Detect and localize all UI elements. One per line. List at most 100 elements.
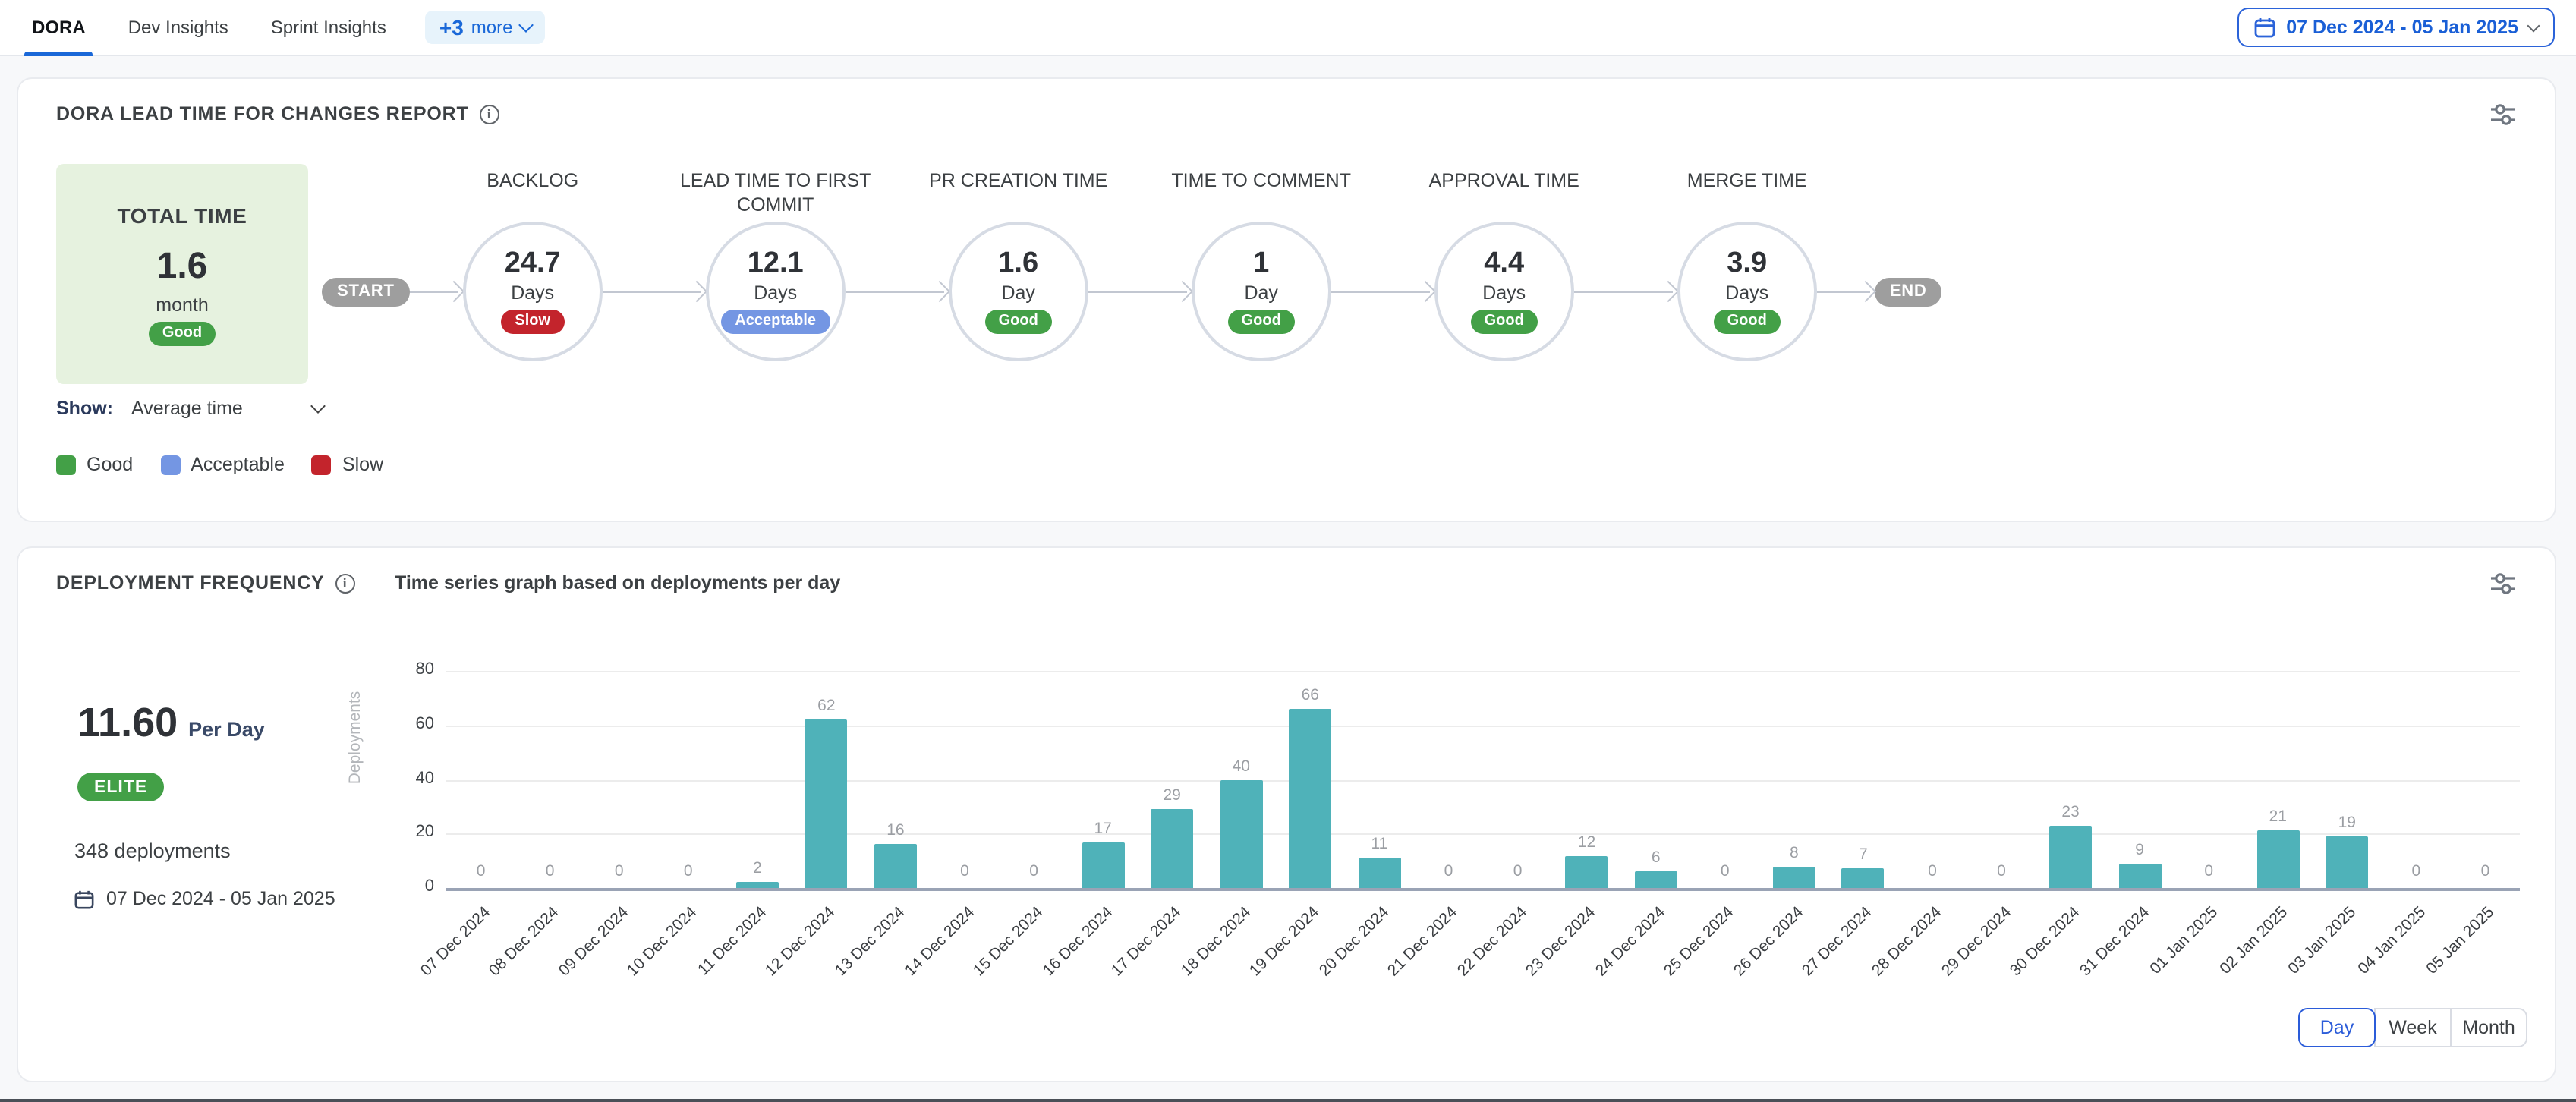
- flow-arrow-icon: [603, 282, 706, 301]
- chart-settings-icon[interactable]: [2489, 103, 2517, 126]
- deployment-bar: [2049, 826, 2092, 888]
- legend-swatch: [160, 455, 180, 474]
- bar-value-label: 0: [586, 862, 653, 880]
- bar-value-label: 29: [1138, 786, 1205, 804]
- deployment-bar: [2118, 864, 2161, 888]
- flow-arrow-icon: [1088, 282, 1192, 301]
- stage-name: TIME TO COMMENT: [1132, 168, 1390, 194]
- legend-swatch: [312, 455, 332, 474]
- stage-rating-badge: Slow: [501, 310, 564, 334]
- stage-rating-badge: Good: [1714, 310, 1781, 334]
- calendar-icon: [2254, 17, 2275, 38]
- deployment-frequency-card: DEPLOYMENT FREQUENCY i Time series graph…: [17, 546, 2556, 1082]
- pipeline-stage: PR CREATION TIME1.6DayGood: [949, 222, 1088, 361]
- y-axis-title: Deployments: [346, 691, 364, 785]
- stage-unit: Days: [754, 282, 797, 304]
- lead-time-pipeline: STARTBACKLOG24.7DaysSlowLEAD TIME TO FIR…: [322, 222, 1942, 361]
- window-bottom-edge: [0, 1099, 2576, 1102]
- pipeline-end-node: END: [1875, 277, 1942, 306]
- stage-rating-badge: Good: [1228, 310, 1295, 334]
- tab-dora[interactable]: DORA: [29, 0, 89, 55]
- bar-value-label: 0: [2175, 862, 2242, 880]
- bar-value-label: 12: [1554, 833, 1620, 851]
- stage-circle: 1DayGood: [1192, 222, 1331, 361]
- stage-unit: Days: [1725, 282, 1768, 304]
- lead-time-title: DORA LEAD TIME FOR CHANGES REPORT i: [56, 103, 499, 124]
- deployment-bar: [2326, 836, 2368, 888]
- bar-value-label: 0: [1899, 862, 1966, 880]
- bar-value-label: 0: [1000, 862, 1067, 880]
- deployment-bar: [1842, 869, 1885, 888]
- stage-unit: Day: [1001, 282, 1034, 304]
- stage-name: LEAD TIME TO FIRST COMMIT: [647, 168, 905, 218]
- pipeline-stage: LEAD TIME TO FIRST COMMIT12.1DaysAccepta…: [706, 222, 846, 361]
- bar-value-label: 0: [1485, 862, 1551, 880]
- chevron-down-icon: [310, 398, 326, 414]
- legend-item: Slow: [312, 454, 383, 475]
- show-metric-dropdown[interactable]: Show: Average time: [56, 398, 323, 419]
- deployment-bar: [1289, 709, 1331, 888]
- bar-value-label: 16: [862, 822, 929, 840]
- legend-item: Acceptable: [160, 454, 285, 475]
- bar-value-label: 0: [2452, 862, 2518, 880]
- deployment-bar: [1358, 858, 1400, 888]
- date-range-picker[interactable]: 07 Dec 2024 - 05 Jan 2025: [2237, 8, 2555, 47]
- bar-value-label: 40: [1208, 757, 1274, 775]
- stage-value: 3.9: [1727, 249, 1767, 281]
- stage-rating-badge: Good: [1471, 310, 1538, 334]
- stage-unit: Days: [1482, 282, 1526, 304]
- total-time-rating-badge: Good: [149, 321, 216, 345]
- lead-time-card: DORA LEAD TIME FOR CHANGES REPORT i TOTA…: [17, 77, 2556, 522]
- top-nav-bar: DORA Dev Insights Sprint Insights +3 mor…: [0, 0, 2576, 56]
- granularity-month-button[interactable]: Month: [2450, 1008, 2527, 1047]
- stage-value: 1.6: [998, 249, 1038, 281]
- stage-value: 12.1: [748, 249, 804, 281]
- flow-arrow-icon: [846, 282, 949, 301]
- stage-circle: 3.9Days Good: [1677, 222, 1817, 361]
- stage-value: 1: [1253, 249, 1269, 281]
- gridline: [446, 726, 2520, 727]
- legend-swatch: [56, 455, 76, 474]
- x-axis-line: [446, 888, 2520, 891]
- bar-value-label: 62: [793, 697, 860, 715]
- bar-value-label: 0: [517, 862, 584, 880]
- pipeline-stage: MERGE TIME3.9DaysGood: [1677, 222, 1817, 361]
- bar-value-label: 17: [1069, 819, 1136, 837]
- stage-circle: 4.4DaysGood: [1434, 222, 1574, 361]
- y-axis-tick: 40: [367, 769, 434, 787]
- bar-value-label: 0: [2382, 862, 2449, 880]
- bar-value-label: 21: [2244, 808, 2311, 826]
- flow-arrow-icon: [1331, 282, 1434, 301]
- rating-legend: Good Acceptable Slow: [56, 454, 383, 475]
- legend-item: Good: [56, 454, 133, 475]
- stage-name: MERGE TIME: [1618, 168, 1876, 194]
- bar-value-label: 7: [1830, 846, 1897, 864]
- stage-circle: 12.1DaysAcceptable: [706, 222, 846, 361]
- date-range-value: 07 Dec 2024 - 05 Jan 2025: [2286, 17, 2518, 38]
- tab-dev-insights[interactable]: Dev Insights: [125, 0, 231, 55]
- stage-name: PR CREATION TIME: [890, 168, 1148, 194]
- total-time-label: TOTAL TIME: [118, 203, 247, 227]
- stage-rating-badge: Good: [985, 310, 1052, 334]
- bar-value-label: 66: [1277, 686, 1343, 704]
- deployment-bar: [805, 719, 848, 888]
- deployment-bar: [2256, 831, 2299, 888]
- tab-sprint-insights[interactable]: Sprint Insights: [268, 0, 389, 55]
- flow-arrow-icon: [410, 282, 463, 301]
- stage-unit: Days: [511, 282, 554, 304]
- chevron-down-icon: [2527, 19, 2540, 32]
- show-value: Average time: [131, 398, 243, 419]
- stage-circle: 24.7DaysSlow: [463, 222, 603, 361]
- lead-time-title-text: DORA LEAD TIME FOR CHANGES REPORT: [56, 103, 469, 124]
- info-icon[interactable]: i: [480, 104, 499, 124]
- granularity-toggle: DayWeekMonth: [2298, 1008, 2527, 1047]
- gridline: [446, 779, 2520, 781]
- granularity-day-button[interactable]: Day: [2298, 1008, 2376, 1047]
- stage-name: APPROVAL TIME: [1375, 168, 1633, 194]
- more-tabs-dropdown[interactable]: +3 more: [426, 11, 545, 44]
- deployment-bar: [1566, 855, 1608, 888]
- bar-value-label: 6: [1623, 849, 1690, 867]
- deployment-bar: [874, 845, 917, 888]
- deployments-bar-chart: 020406080Deployments007 Dec 2024008 Dec …: [18, 548, 2555, 1081]
- granularity-week-button[interactable]: Week: [2374, 1008, 2452, 1047]
